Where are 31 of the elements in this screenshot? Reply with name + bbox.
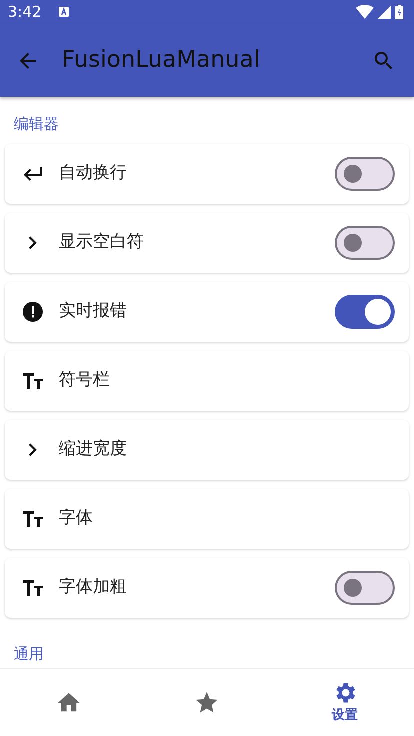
toggle-switch[interactable]	[335, 570, 395, 604]
nav-tab[interactable]: 设置	[276, 669, 414, 736]
setting-label: 缩进宽度	[59, 438, 128, 461]
toggle-switch[interactable]	[335, 226, 395, 260]
toggle-switch[interactable]	[335, 156, 395, 190]
wifi-icon	[356, 5, 374, 19]
setting-label: 字体加粗	[59, 576, 128, 599]
settings-card[interactable]: 自动换行	[5, 144, 409, 204]
settings-card[interactable]: 实时报错	[5, 282, 409, 342]
toggle-switch[interactable]	[335, 294, 395, 328]
battery-icon	[395, 4, 404, 20]
setting-label: 显示空白符	[59, 230, 145, 254]
settings-card[interactable]: 符号栏	[5, 350, 409, 410]
chevron-right-icon	[28, 234, 38, 250]
app-title: FusionLuaManual	[62, 46, 260, 76]
chevron-right-icon	[28, 442, 38, 458]
alert-icon	[21, 300, 45, 324]
settings-card[interactable]: 显示空白符	[5, 212, 409, 272]
star-icon	[194, 690, 220, 716]
section-header: 编辑器	[13, 114, 60, 135]
setting-label: 字体	[59, 506, 94, 530]
settings-card[interactable]: 缩进宽度	[5, 420, 409, 480]
status-time: 3:42	[8, 2, 42, 23]
setting-label: 符号栏	[59, 368, 111, 392]
app-notification-icon	[58, 6, 70, 18]
settings-card[interactable]: 字体	[5, 488, 409, 548]
section-header: 通用	[13, 644, 45, 664]
settings-card[interactable]: 字体加粗	[5, 558, 409, 618]
signal-icon	[378, 6, 391, 18]
setting-label: 实时报错	[59, 300, 128, 323]
setting-label: 自动换行	[59, 162, 128, 185]
